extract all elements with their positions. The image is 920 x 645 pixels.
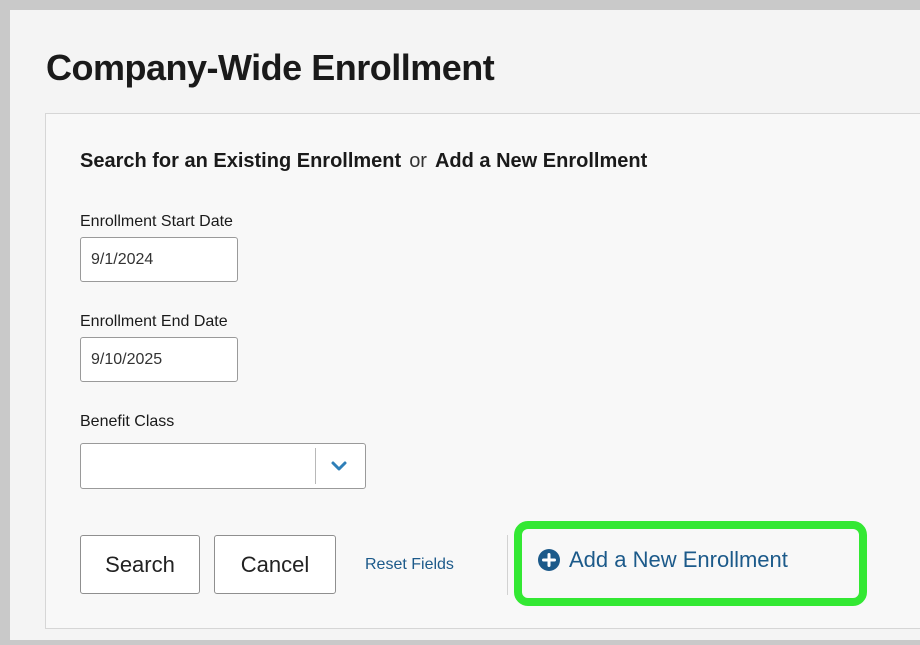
benefit-class-label: Benefit Class [80, 413, 175, 430]
start-date-input[interactable] [80, 237, 238, 282]
heading-add-text: Add a New Enrollment [434, 150, 648, 172]
cancel-button[interactable]: Cancel [214, 535, 336, 594]
reset-fields-link[interactable]: Reset Fields [365, 555, 454, 575]
add-new-enrollment-button[interactable]: Add a New Enrollment [538, 547, 788, 573]
end-date-input[interactable] [80, 337, 238, 382]
chevron-down-icon[interactable] [327, 454, 351, 478]
app-frame: Company-Wide Enrollment Search for an Ex… [10, 10, 920, 640]
add-enrollment-highlight: Add a New Enrollment [514, 521, 867, 606]
search-button[interactable]: Search [80, 535, 200, 594]
plus-circle-icon [538, 549, 560, 571]
select-divider [315, 448, 316, 484]
end-date-label: Enrollment End Date [80, 313, 228, 330]
benefit-class-select[interactable] [80, 443, 366, 489]
page-title: Company-Wide Enrollment [46, 47, 495, 88]
action-divider [507, 535, 508, 595]
heading-or-text: or [409, 150, 427, 172]
start-date-label: Enrollment Start Date [80, 213, 233, 230]
search-panel: Search for an Existing Enrollment or Add a… [45, 113, 920, 629]
heading-search-text: Search for an Existing Enrollment [80, 150, 402, 172]
panel-heading: Search for an Existing Enrollment or Add a… [80, 148, 647, 174]
add-new-enrollment-label: Add a New Enrollment [569, 547, 788, 572]
